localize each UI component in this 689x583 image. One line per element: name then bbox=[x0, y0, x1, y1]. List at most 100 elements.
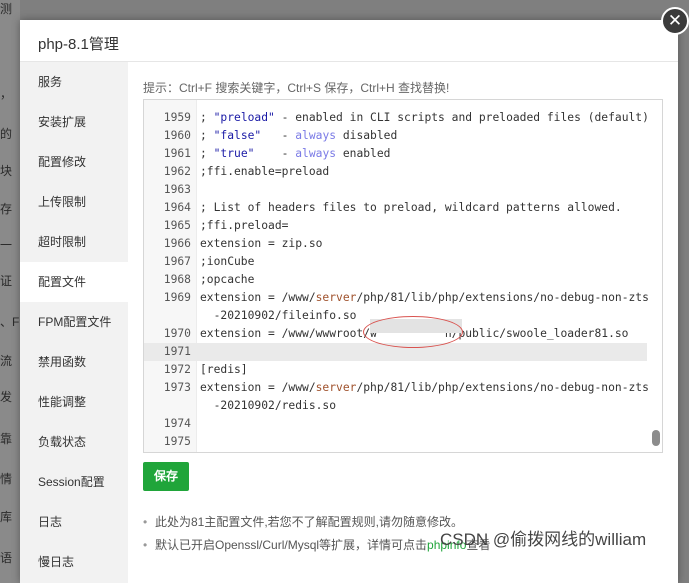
line-number: 1972 bbox=[163, 363, 191, 376]
code-line: 1968 ;opcache bbox=[144, 271, 647, 289]
code-text: ; "false" - always disabled bbox=[200, 127, 397, 145]
code-text: ;ffi.enable=preload bbox=[200, 163, 329, 181]
line-number: 1963 bbox=[163, 183, 191, 196]
watermark: CSDN @偷拨网线的william bbox=[440, 530, 647, 549]
editor-scrollbar[interactable] bbox=[652, 102, 660, 450]
code-token: ; bbox=[200, 111, 214, 124]
code-line: 1959; "preload" - enabled in CLI scripts… bbox=[144, 109, 649, 127]
code-text: -20210902/fileinfo.so bbox=[200, 307, 357, 325]
line-number: 1969 bbox=[163, 291, 191, 304]
code-line: 1967 ;ionCube bbox=[144, 253, 647, 271]
code-line: 1961 ; "true" - always enabled bbox=[144, 145, 647, 163]
code-text: extension = zip.so bbox=[200, 235, 322, 253]
code-text: ;ionCube bbox=[200, 253, 254, 271]
line-number: 1965 bbox=[163, 219, 191, 232]
code-token: server bbox=[315, 291, 357, 304]
bullet-icon: • bbox=[143, 538, 148, 552]
code-line: 1963 bbox=[144, 181, 647, 199]
line-number: 1970 bbox=[163, 327, 191, 340]
code-line: 1974 bbox=[144, 415, 647, 433]
bg-fragment: 测 bbox=[0, 2, 13, 16]
sidebar-item-performance[interactable]: 性能调整 bbox=[20, 382, 128, 422]
code-text: ; List of headers files to preload, wild… bbox=[200, 199, 622, 217]
line-number: 1974 bbox=[163, 417, 191, 430]
note-text: 此处为81主配置文件,若您不了解配置规则,请勿随意修改。 bbox=[155, 515, 464, 529]
code-token: - bbox=[261, 129, 296, 142]
code-token: ;ionCube bbox=[200, 255, 255, 268]
line-number: 1966 bbox=[163, 237, 191, 250]
php-manager-dialog: php-8.1管理 服务 安装扩展 配置修改 上传限制 超时限制 配置文件 FP… bbox=[20, 20, 678, 583]
code-line: 1960 ; "false" - always disabled bbox=[144, 127, 647, 145]
sidebar-item-session-config[interactable]: Session配置 bbox=[20, 462, 128, 502]
bg-fragment: 语 bbox=[0, 551, 13, 565]
code-token: [redis] bbox=[200, 363, 248, 376]
bg-fragment: 一 bbox=[0, 238, 13, 252]
code-token: enabled bbox=[336, 147, 391, 160]
sidebar-item-load-status[interactable]: 负载状态 bbox=[20, 422, 128, 462]
code-text: -20210902/redis.so bbox=[200, 397, 336, 415]
line-number: 1962 bbox=[163, 165, 191, 178]
sidebar-item-disabled-functions[interactable]: 禁用函数 bbox=[20, 342, 128, 382]
note-text: 默认已开启Openssl/Curl/Mysql等扩展，详情可点击 bbox=[155, 538, 428, 552]
bg-fragment: 发 bbox=[0, 390, 13, 404]
sidebar-item-service[interactable]: 服务 bbox=[20, 62, 128, 102]
dialog-header: php-8.1管理 bbox=[20, 20, 678, 62]
sidebar-item-slow-log[interactable]: 慢日志 bbox=[20, 542, 128, 582]
code-text: extension = /www/server/php/81/lib/php/e… bbox=[200, 379, 649, 397]
sidebar: 服务 安装扩展 配置修改 上传限制 超时限制 配置文件 FPM配置文件 禁用函数… bbox=[20, 62, 128, 583]
line-number: 1971 bbox=[163, 345, 191, 358]
line-number: 1959 bbox=[163, 111, 191, 124]
background-page: 测 ， 的 块 存 一 证 、F 流 发 靠 情 库 语 bbox=[0, 0, 20, 583]
code-line: 1973 extension = /www/server/php/81/lib/p… bbox=[144, 379, 649, 397]
sidebar-item-fpm-config[interactable]: FPM配置文件 bbox=[20, 302, 128, 342]
code-line: -20210902/redis.so bbox=[144, 397, 647, 415]
close-icon[interactable]: ✕ bbox=[661, 7, 689, 35]
shortcut-hint: 提示：Ctrl+F 搜索关键字，Ctrl+S 保存，Ctrl+H 查找替换! bbox=[143, 81, 450, 95]
code-token: -20210902/redis.so bbox=[200, 399, 337, 412]
bg-fragment: 证 bbox=[0, 274, 13, 288]
config-code-editor[interactable]: 1959; "preload" - enabled in CLI scripts… bbox=[143, 99, 663, 453]
code-token: -20210902/fileinfo.so bbox=[200, 309, 357, 322]
sidebar-item-timeout-limit[interactable]: 超时限制 bbox=[20, 222, 128, 262]
code-token: server bbox=[315, 381, 357, 394]
line-number: 1964 bbox=[163, 201, 191, 214]
code-token: - bbox=[254, 147, 296, 160]
code-text: extension = /www/server/php/81/lib/php/e… bbox=[200, 289, 649, 307]
sidebar-item-log[interactable]: 日志 bbox=[20, 502, 128, 542]
line-number: 1975 bbox=[163, 435, 191, 448]
code-token: extension = /www/ bbox=[200, 381, 316, 394]
code-token: extension = zip.so bbox=[200, 237, 323, 250]
code-text: ;opcache bbox=[200, 271, 254, 289]
code-token: ; bbox=[200, 129, 214, 142]
sidebar-item-config-edit[interactable]: 配置修改 bbox=[20, 142, 128, 182]
scrollbar-thumb[interactable] bbox=[652, 430, 660, 446]
bullet-icon: • bbox=[143, 515, 148, 529]
bg-fragment: 靠 bbox=[0, 432, 13, 446]
code-line: 1969 extension = /www/server/php/81/lib/p… bbox=[144, 289, 649, 307]
line-number: 1961 bbox=[163, 147, 191, 160]
code-line: 1965 ;ffi.preload= bbox=[144, 217, 647, 235]
bg-fragment: 库 bbox=[0, 510, 13, 524]
line-number: 1960 bbox=[163, 129, 191, 142]
note-extensions: • 默认已开启Openssl/Curl/Mysql等扩展，详情可点击phpinfo… bbox=[143, 536, 490, 553]
sidebar-item-install-extension[interactable]: 安装扩展 bbox=[20, 102, 128, 142]
code-token: ; bbox=[200, 147, 214, 160]
code-token: "true" bbox=[213, 147, 255, 160]
code-token: /php/81/lib/php/extensions/no-debug-non-… bbox=[356, 381, 649, 394]
bg-fragment: 流 bbox=[0, 354, 13, 368]
code-token: extension = /www/ bbox=[200, 291, 316, 304]
code-token: disabled bbox=[336, 129, 398, 142]
code-token: ;opcache bbox=[200, 273, 255, 286]
highlight-circle bbox=[363, 316, 463, 348]
line-number: 1967 bbox=[163, 255, 191, 268]
bg-fragment: 存 bbox=[0, 202, 13, 216]
save-button[interactable]: 保存 bbox=[143, 462, 189, 491]
code-line: 1962 ;ffi.enable=preload bbox=[144, 163, 647, 181]
line-number: 1973 bbox=[163, 381, 191, 394]
sidebar-item-config-file[interactable]: 配置文件 bbox=[20, 262, 128, 302]
bg-fragment: 块 bbox=[0, 164, 13, 178]
sidebar-item-upload-limit[interactable]: 上传限制 bbox=[20, 182, 128, 222]
code-token: /php/81/lib/php/extensions/no-debug-non-… bbox=[356, 291, 649, 304]
code-text: ; "true" - always enabled bbox=[200, 145, 390, 163]
code-token: - enabled in CLI scripts and preloaded f… bbox=[274, 111, 649, 124]
